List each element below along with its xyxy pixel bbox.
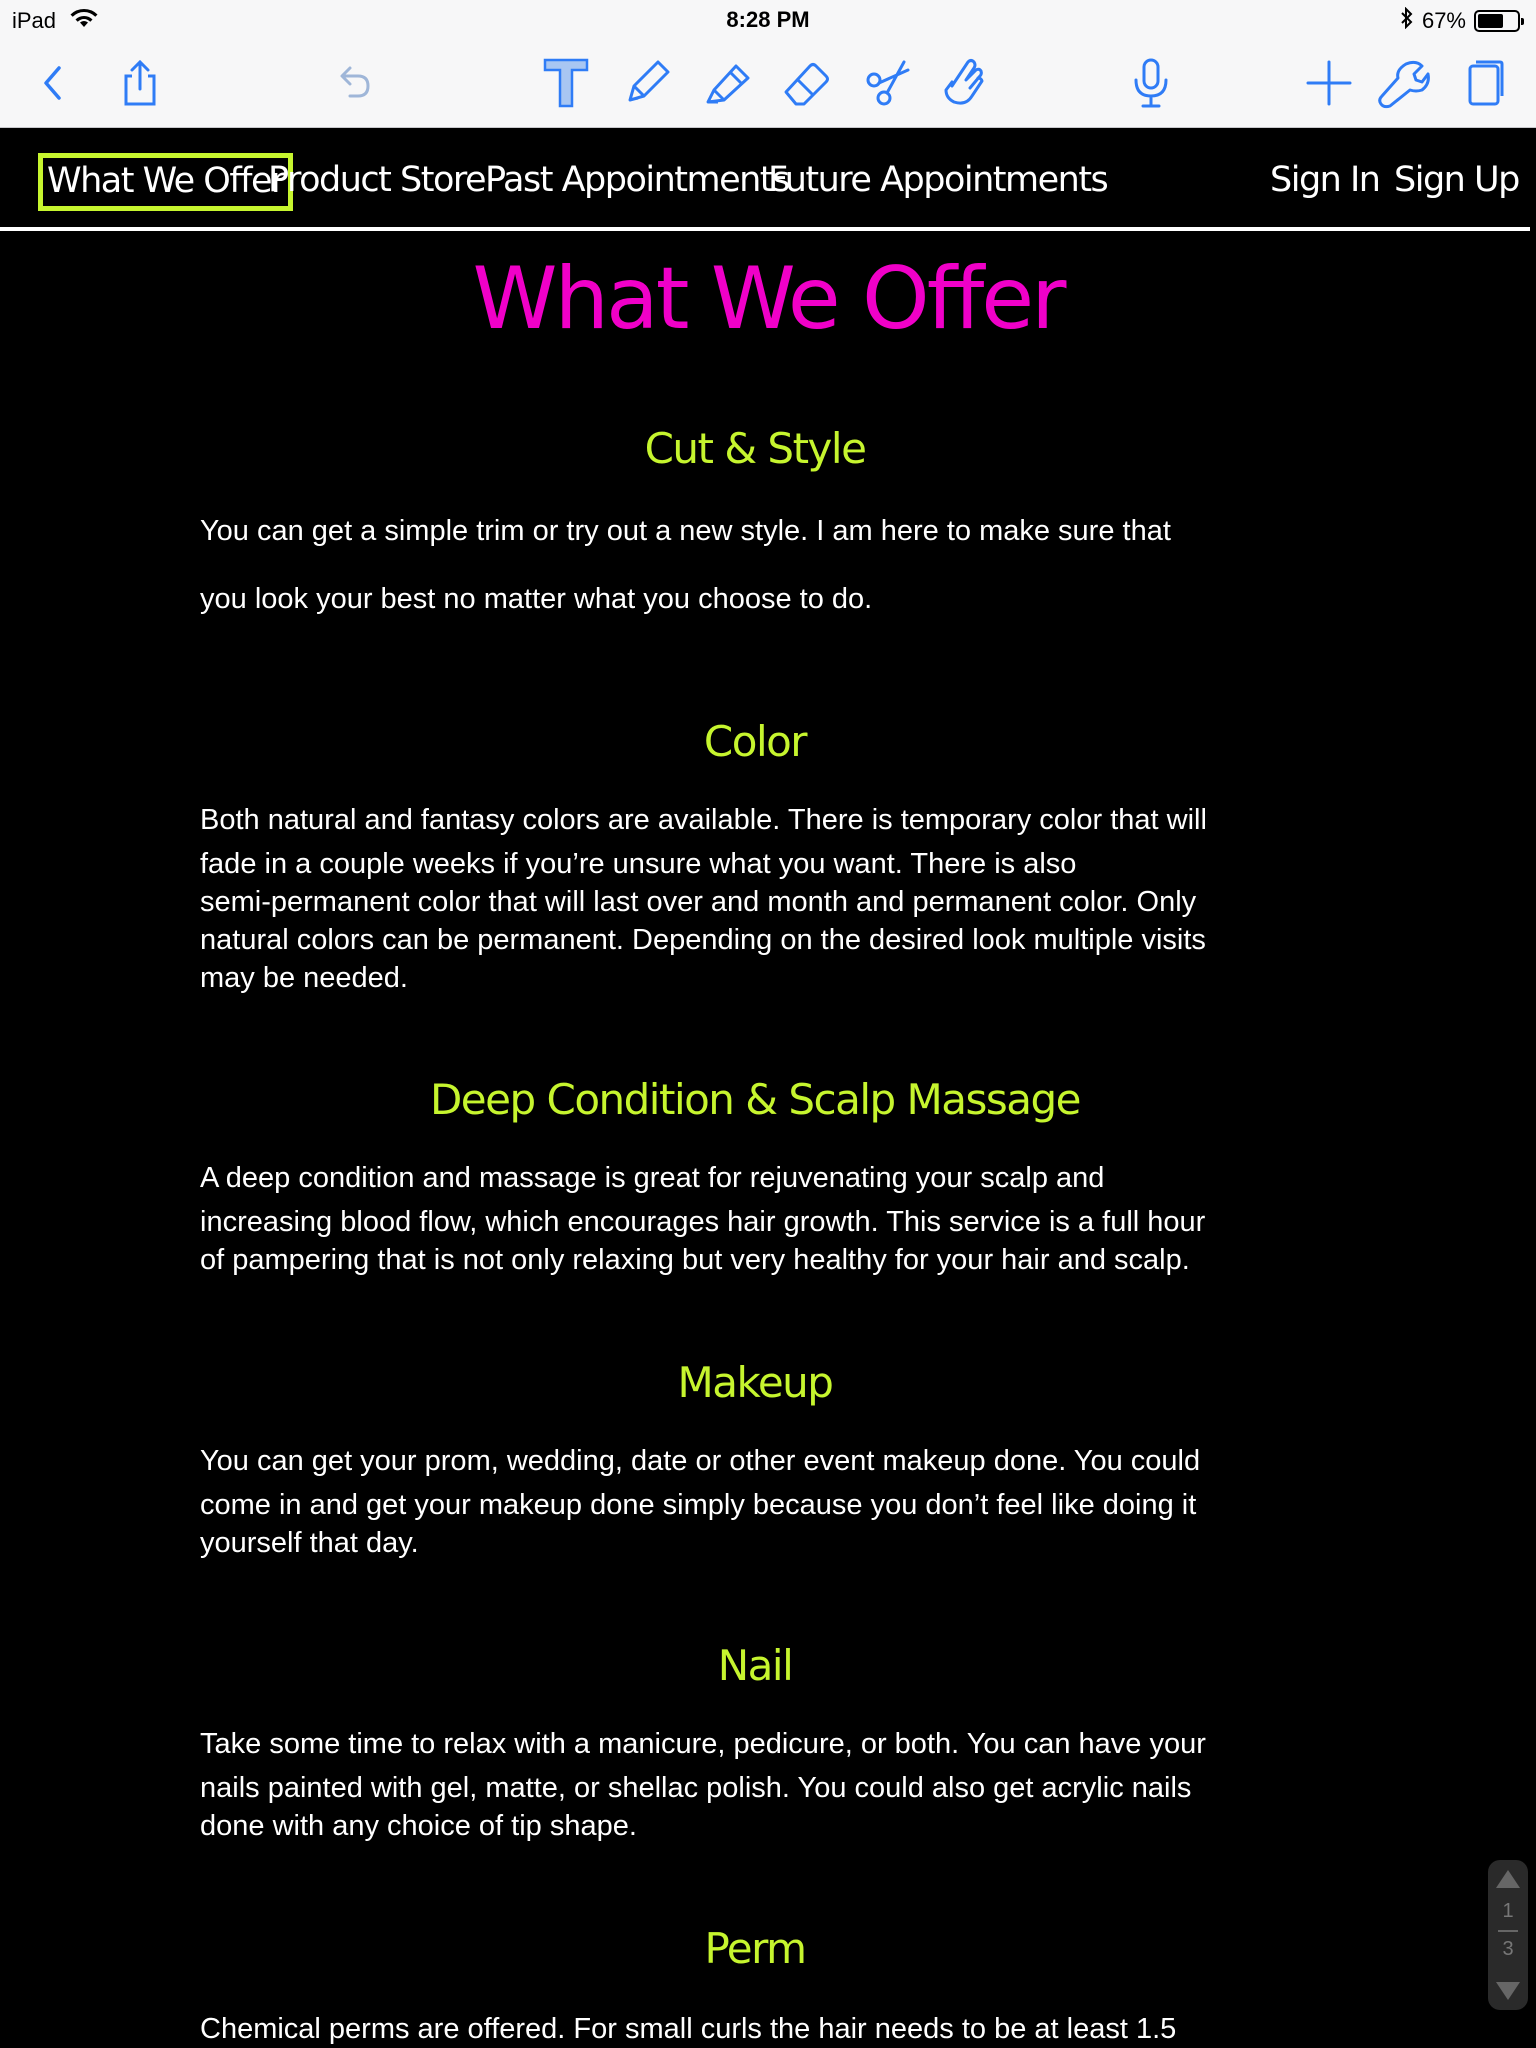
back-icon[interactable] <box>20 50 86 116</box>
add-icon[interactable] <box>1296 50 1362 116</box>
wrench-icon[interactable] <box>1370 50 1436 116</box>
scissors-icon[interactable] <box>854 50 920 116</box>
total-pages-number: 3 <box>1502 1938 1514 1960</box>
section-heading: Nail <box>717 1641 794 1690</box>
nav-sign-in[interactable]: Sign In <box>1270 153 1381 211</box>
bluetooth-icon <box>1400 6 1414 35</box>
body-line: of pampering that is not only relaxing b… <box>200 1244 1190 1276</box>
body-line: Both natural and fantasy colors are avai… <box>200 804 1207 836</box>
page-divider <box>1498 1930 1518 1932</box>
body-line: you look your best no matter what you ch… <box>200 583 873 615</box>
battery-percent: 67% <box>1421 8 1466 33</box>
section-body: You can get your prom, wedding, date or … <box>200 1442 1310 1562</box>
section-heading: Deep Condition & Scalp Massage <box>429 1075 1082 1124</box>
body-line: fade in a couple weeks if you’re unsure … <box>200 848 1077 880</box>
scroll-up-icon[interactable] <box>1494 1868 1522 1890</box>
section-heading: Perm <box>704 1924 807 1973</box>
body-line: semi-permanent color that will last over… <box>200 886 1197 918</box>
body-line: done with any choice of tip shape. <box>200 1810 637 1842</box>
section-body: You can get a simple trim or try out a n… <box>200 497 1310 633</box>
undo-icon[interactable] <box>320 50 386 116</box>
pencil-icon[interactable] <box>614 50 680 116</box>
nav-future-appointments[interactable]: Future Appointments <box>768 153 1109 211</box>
body-line: Take some time to relax with a manicure,… <box>200 1728 1206 1760</box>
section-body: Take some time to relax with a manicure,… <box>200 1725 1310 1845</box>
body-line: natural colors can be permanent. Dependi… <box>200 924 1206 956</box>
body-line: You can get your prom, wedding, date or … <box>200 1445 1201 1477</box>
section-heading: Color <box>703 717 808 766</box>
microphone-icon[interactable] <box>1118 50 1184 116</box>
nav-product-store[interactable]: Product Store <box>268 153 487 211</box>
body-line: A deep condition and massage is great fo… <box>200 1162 1105 1194</box>
section-body: A deep condition and massage is great fo… <box>200 1159 1310 1279</box>
highlighter-icon[interactable] <box>694 50 760 116</box>
section-body: Both natural and fantasy colors are avai… <box>200 801 1310 997</box>
page-title: What We Offer <box>472 249 1066 349</box>
site-nav: What We Offer Product Store Past Appoint… <box>0 129 1536 231</box>
body-line: You can get a simple trim or try out a n… <box>200 515 1171 547</box>
app-toolbar <box>0 40 1536 128</box>
body-line: come in and get your makeup done simply … <box>200 1489 1197 1521</box>
nav-past-appointments[interactable]: Past Appointments <box>485 153 790 211</box>
eraser-icon[interactable] <box>774 50 840 116</box>
text-tool-icon[interactable] <box>533 50 599 116</box>
current-page-number: 1 <box>1502 1900 1514 1922</box>
battery-level <box>1478 14 1504 28</box>
clock: 8:28 PM <box>726 7 810 32</box>
hand-pointer-icon[interactable] <box>930 50 996 116</box>
scroll-down-icon[interactable] <box>1494 1980 1522 2002</box>
pages-icon[interactable] <box>1450 50 1516 116</box>
body-line: Chemical perms are offered. For small cu… <box>200 2013 1177 2045</box>
section-heading: Makeup <box>677 1358 834 1407</box>
section-heading: Cut & Style <box>644 424 867 473</box>
battery-icon <box>1474 10 1524 32</box>
body-line: nails painted with gel, matte, or shella… <box>200 1772 1192 1804</box>
nav-divider <box>0 227 1530 231</box>
section-body: Chemical perms are offered. For small cu… <box>200 2010 1310 2048</box>
nav-what-we-offer[interactable]: What We Offer <box>38 153 293 211</box>
nav-sign-up[interactable]: Sign Up <box>1394 153 1520 211</box>
web-page: What We Offer Product Store Past Appoint… <box>0 129 1536 2048</box>
status-bar: iPad 8:28 PM 67% <box>0 0 1536 40</box>
body-line: may be needed. <box>200 962 408 994</box>
share-icon[interactable] <box>107 50 173 116</box>
body-line: increasing blood flow, which encourages … <box>200 1206 1206 1238</box>
page-scroller[interactable]: 1 3 <box>1488 1860 1528 2010</box>
body-line: yourself that day. <box>200 1527 419 1559</box>
